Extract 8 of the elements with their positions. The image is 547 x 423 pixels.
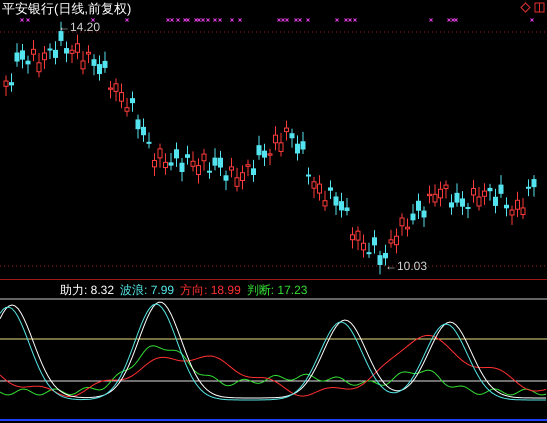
indicator-reading: 波浪: 7.99	[120, 283, 174, 297]
diamond-icon[interactable]	[520, 2, 531, 13]
indicator-reading: 判断: 17.23	[246, 283, 308, 297]
panel-icon[interactable]	[534, 2, 545, 13]
indicator-reading: 助力: 8.32	[60, 283, 114, 297]
price-label: ←10.03	[385, 258, 428, 275]
indicator-reading: 方向: 18.99	[180, 283, 241, 297]
chart-title: 平安银行(日线,前复权)	[2, 1, 132, 17]
